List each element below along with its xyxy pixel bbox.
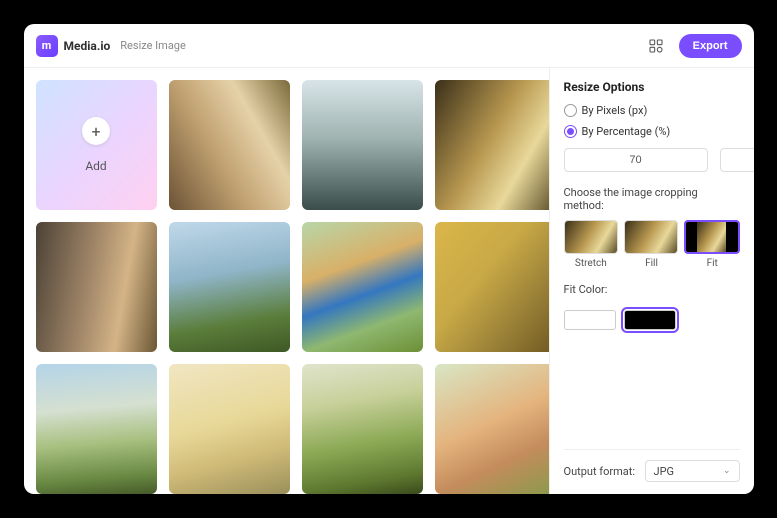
resize-mode-row: By Pixels (px) By Percentage (%) — [564, 104, 740, 138]
crop-method-row — [564, 220, 740, 254]
logo-icon: m — [36, 35, 58, 57]
image-tile[interactable] — [169, 222, 290, 352]
image-tile[interactable] — [36, 364, 157, 494]
fit-color-row — [564, 310, 740, 330]
app-window: m Media.io Resize Image Export + Add — [24, 24, 754, 494]
add-label: Add — [85, 159, 106, 173]
image-tile[interactable] — [302, 80, 423, 210]
crop-stretch-label: Stretch — [564, 258, 619, 269]
output-format-row: Output format: JPG ⌄ — [564, 449, 740, 482]
fit-color-white[interactable] — [564, 310, 616, 330]
crop-fit-label: Fit — [685, 258, 740, 269]
width-input[interactable] — [564, 148, 708, 172]
crop-fill-label: Fill — [624, 258, 679, 269]
fit-color-black[interactable] — [624, 310, 676, 330]
mode-pixels-radio[interactable]: By Pixels (px) — [564, 104, 648, 117]
radio-icon — [564, 125, 577, 138]
image-tile[interactable] — [302, 364, 423, 494]
image-tile[interactable] — [302, 222, 423, 352]
image-canvas: + Add — [24, 68, 549, 494]
output-format-select[interactable]: JPG ⌄ — [645, 460, 740, 482]
plus-icon: + — [82, 117, 110, 145]
image-tile[interactable] — [36, 222, 157, 352]
options-sidebar: Resize Options By Pixels (px) By Percent… — [549, 68, 754, 494]
brand-name: Media.io — [64, 39, 111, 53]
mode-pixels-label: By Pixels (px) — [582, 104, 648, 117]
image-tile[interactable] — [435, 80, 549, 210]
fit-color-label: Fit Color: — [564, 283, 740, 296]
image-grid: + Add — [36, 80, 541, 494]
radio-icon — [564, 104, 577, 117]
export-button[interactable]: Export — [679, 34, 742, 58]
main-area: + Add Resize Options — [24, 68, 754, 494]
sidebar-title: Resize Options — [564, 80, 740, 94]
add-image-tile[interactable]: + Add — [36, 80, 157, 210]
crop-method-label: Choose the image cropping method: — [564, 186, 740, 212]
crop-option-fill[interactable] — [624, 220, 678, 254]
chevron-down-icon: ⌄ — [723, 466, 731, 476]
image-tile[interactable] — [169, 364, 290, 494]
height-input[interactable] — [720, 148, 754, 172]
image-tile[interactable] — [435, 222, 549, 352]
dimensions-row — [564, 148, 740, 172]
image-tile[interactable] — [435, 364, 549, 494]
mode-percent-label: By Percentage (%) — [582, 125, 671, 138]
layout-grid-icon[interactable] — [645, 35, 667, 57]
crop-labels-row: Stretch Fill Fit — [564, 258, 740, 269]
output-format-label: Output format: — [564, 465, 636, 478]
breadcrumb: Resize Image — [120, 39, 186, 52]
crop-option-stretch[interactable] — [564, 220, 618, 254]
mode-percent-radio[interactable]: By Percentage (%) — [564, 125, 671, 138]
output-format-value: JPG — [654, 465, 675, 478]
crop-option-fit[interactable] — [684, 220, 740, 254]
header-bar: m Media.io Resize Image Export — [24, 24, 754, 68]
image-tile[interactable] — [169, 80, 290, 210]
